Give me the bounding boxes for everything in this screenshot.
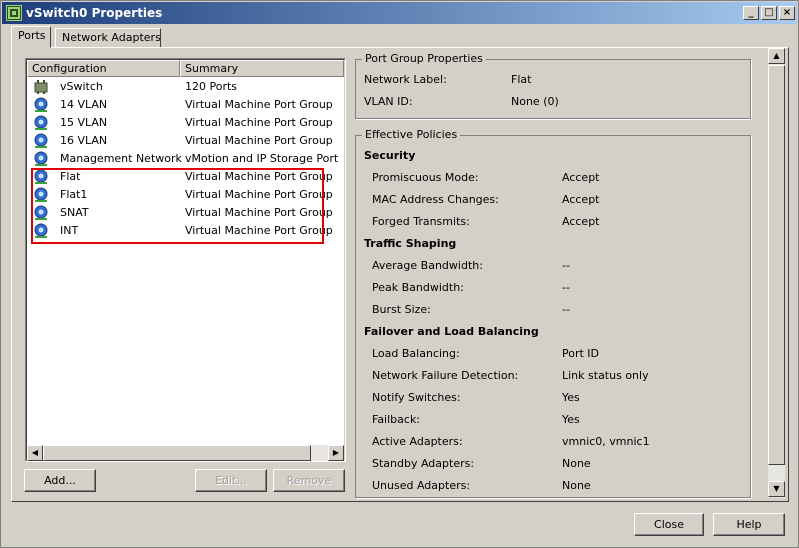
close-window-button[interactable]: ×	[779, 6, 795, 20]
scroll-up-button[interactable]: ▲	[768, 48, 785, 64]
maximize-button[interactable]: □	[761, 6, 777, 20]
title-bar[interactable]: vSwitch0 Properties _ □ ×	[2, 2, 797, 24]
close-button[interactable]: Close	[634, 513, 704, 536]
port-summary: 120 Ports	[185, 80, 238, 93]
minimize-button[interactable]: _	[743, 6, 759, 20]
failback-value: Yes	[562, 413, 580, 426]
notify-switches-key: Notify Switches:	[372, 391, 461, 404]
standby-adapters-key: Standby Adapters:	[372, 457, 475, 470]
vswitch-icon	[33, 79, 49, 95]
port-summary: Virtual Machine Port Group	[185, 116, 333, 129]
port-group-properties-legend: Port Group Properties	[362, 52, 486, 65]
port-name: Management Network	[60, 152, 182, 165]
vlan-id-value: None (0)	[511, 95, 559, 108]
edit-button[interactable]: Edit...	[195, 469, 267, 492]
forged-transmits-value: Accept	[562, 215, 600, 228]
standby-adapters-value: None	[562, 457, 591, 470]
selection-highlight-box	[31, 168, 324, 244]
average-bandwidth-value: --	[562, 259, 570, 272]
failover-heading: Failover and Load Balancing	[364, 325, 539, 338]
average-bandwidth-key: Average Bandwidth:	[372, 259, 483, 272]
unused-adapters-key: Unused Adapters:	[372, 479, 471, 492]
port-summary: vMotion and IP Storage Port	[185, 152, 339, 165]
properties-dialog: vSwitch0 Properties _ □ × Ports Network …	[0, 0, 799, 548]
list-item[interactable]: Management Network vMotion and IP Storag…	[27, 150, 344, 168]
port-summary: Virtual Machine Port Group	[185, 98, 333, 111]
burst-size-key: Burst Size:	[372, 303, 431, 316]
help-button[interactable]: Help	[713, 513, 785, 536]
port-name: 14 VLAN	[60, 98, 108, 111]
list-item[interactable]: 16 VLAN Virtual Machine Port Group	[27, 132, 344, 150]
window-title: vSwitch0 Properties	[26, 6, 163, 20]
port-name: vSwitch	[60, 80, 103, 93]
horizontal-scrollbar[interactable]: ◀ ▶	[27, 445, 344, 461]
port-summary: Virtual Machine Port Group	[185, 134, 333, 147]
peak-bandwidth-value: --	[562, 281, 570, 294]
network-failure-detection-key: Network Failure Detection:	[372, 369, 519, 382]
add-button[interactable]: Add...	[24, 469, 96, 492]
scrollbar-thumb[interactable]	[768, 65, 785, 465]
port-group-icon	[33, 133, 49, 149]
load-balancing-value: Port ID	[562, 347, 600, 360]
network-failure-detection-value: Link status only	[562, 369, 649, 382]
port-group-icon	[33, 151, 49, 167]
mac-address-changes-key: MAC Address Changes:	[372, 193, 499, 206]
port-group-icon	[33, 115, 49, 131]
port-name: 15 VLAN	[60, 116, 108, 129]
scroll-left-button[interactable]: ◀	[27, 445, 43, 461]
load-balancing-key: Load Balancing:	[372, 347, 460, 360]
ports-list[interactable]: Configuration Summary vSwitch 120 Ports …	[25, 58, 346, 462]
network-label-key: Network Label:	[364, 73, 447, 86]
port-group-properties-group: Port Group Properties	[355, 52, 751, 119]
notify-switches-value: Yes	[562, 391, 580, 404]
tab-network-adapters[interactable]: Network Adapters	[55, 28, 161, 48]
promiscuous-mode-value: Accept	[562, 171, 600, 184]
vlan-id-key: VLAN ID:	[364, 95, 413, 108]
effective-policies-legend: Effective Policies	[362, 128, 461, 141]
port-name: 16 VLAN	[60, 134, 108, 147]
list-item[interactable]: 15 VLAN Virtual Machine Port Group	[27, 114, 344, 132]
scroll-down-button[interactable]: ▼	[768, 481, 785, 497]
active-adapters-value: vmnic0, vmnic1	[562, 435, 650, 448]
unused-adapters-value: None	[562, 479, 591, 492]
scroll-right-button[interactable]: ▶	[328, 445, 344, 461]
list-item[interactable]: 14 VLAN Virtual Machine Port Group	[27, 96, 344, 114]
active-adapters-key: Active Adapters:	[372, 435, 463, 448]
vertical-scrollbar[interactable]: ▲ ▼	[768, 48, 785, 498]
vsphere-app-icon	[6, 5, 22, 21]
network-label-value: Flat	[511, 73, 532, 86]
failback-key: Failback:	[372, 413, 421, 426]
column-header-summary[interactable]: Summary	[180, 60, 344, 77]
mac-address-changes-value: Accept	[562, 193, 600, 206]
promiscuous-mode-key: Promiscuous Mode:	[372, 171, 479, 184]
column-header-configuration[interactable]: Configuration	[27, 60, 180, 77]
tab-ports[interactable]: Ports	[11, 26, 51, 48]
scrollbar-thumb[interactable]	[43, 445, 311, 461]
list-item[interactable]: vSwitch 120 Ports	[27, 78, 344, 96]
security-heading: Security	[364, 149, 416, 162]
remove-button[interactable]: Remove	[273, 469, 345, 492]
port-group-icon	[33, 97, 49, 113]
peak-bandwidth-key: Peak Bandwidth:	[372, 281, 464, 294]
burst-size-value: --	[562, 303, 570, 316]
traffic-shaping-heading: Traffic Shaping	[364, 237, 457, 250]
forged-transmits-key: Forged Transmits:	[372, 215, 470, 228]
